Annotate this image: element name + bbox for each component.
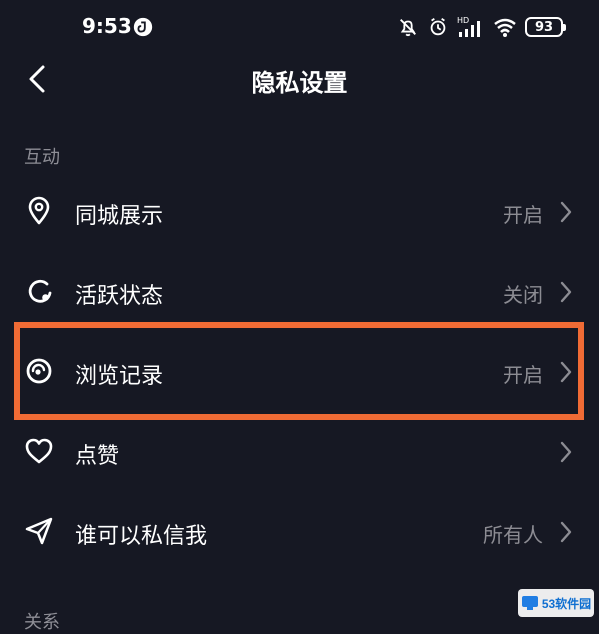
highlight-box (14, 322, 584, 420)
wifi-icon (494, 18, 516, 37)
activity-status-icon (28, 279, 52, 303)
signal-icon: HD (457, 16, 480, 37)
row-label: 同城展示 (75, 204, 164, 229)
chevron-right-icon (560, 521, 572, 543)
header: 隐私设置 (0, 52, 599, 108)
chevron-right-icon (560, 281, 572, 303)
location-pin-icon (28, 196, 50, 225)
svg-text:HD: HD (457, 16, 469, 25)
status-right-icons: HD 93 (397, 14, 566, 40)
row-label: 谁可以私信我 (75, 524, 208, 549)
status-time: 9:53 (82, 14, 132, 38)
row-value: 所有人 (483, 523, 543, 547)
chevron-right-icon (560, 441, 572, 463)
alarm-icon (430, 17, 446, 36)
tiktok-app-icon (133, 17, 153, 37)
section-label-relationship: 关系 (24, 612, 60, 633)
watermark: 53软件园 (518, 589, 594, 617)
heart-icon (25, 438, 53, 464)
notification-off-icon (400, 19, 416, 37)
row-value: 关闭 (503, 283, 543, 307)
setting-row-active-status[interactable]: 活跃状态 关闭 (0, 258, 599, 326)
setting-row-likes[interactable]: 点赞 (0, 418, 599, 486)
status-bar: 9:53 HD 93 (0, 0, 599, 52)
watermark-text: 53软件园 (541, 596, 592, 611)
chevron-right-icon (560, 201, 572, 223)
section-label-interaction: 互动 (24, 147, 60, 168)
page-title: 隐私设置 (251, 69, 348, 97)
setting-row-direct-message[interactable]: 谁可以私信我 所有人 (0, 498, 599, 566)
row-label: 点赞 (75, 444, 120, 469)
row-value: 开启 (503, 203, 543, 227)
setting-row-local-display[interactable]: 同城展示 开启 (0, 178, 599, 246)
watermark-logo-icon (521, 596, 538, 610)
send-message-icon (25, 517, 53, 545)
row-label: 活跃状态 (75, 284, 164, 309)
battery-icon: 93 (525, 17, 566, 37)
